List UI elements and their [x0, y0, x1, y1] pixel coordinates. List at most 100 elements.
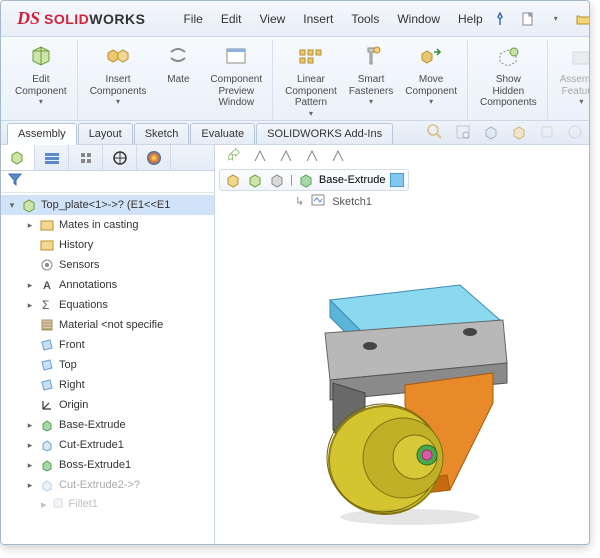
tree-tab-property[interactable] [35, 145, 69, 170]
tree-right-plane[interactable]: Right [1, 375, 214, 395]
scene-icon[interactable] [565, 122, 585, 142]
menu-edit[interactable]: Edit [213, 8, 250, 30]
dropdown-icon[interactable]: ▾ [547, 10, 565, 28]
app-logo: DS SOLIDWORKS [7, 8, 155, 29]
tree-tab-feature[interactable] [1, 145, 35, 170]
sel-filter-4-icon[interactable] [329, 147, 347, 165]
menu-window[interactable]: Window [389, 8, 448, 30]
bc-body-icon [268, 171, 286, 189]
move-component-icon [416, 42, 446, 72]
tab-assembly[interactable]: Assembly [7, 123, 77, 145]
tab-layout[interactable]: Layout [78, 123, 133, 144]
tab-sketch[interactable]: Sketch [134, 123, 190, 144]
tree-mates[interactable]: ▸Mates in casting [1, 215, 214, 235]
part-icon [21, 197, 37, 213]
section-view-icon[interactable] [537, 122, 557, 142]
tree-origin[interactable]: Origin [1, 395, 214, 415]
sketch-icon [310, 193, 326, 210]
part-render [275, 265, 535, 525]
cut-icon [39, 437, 55, 453]
zoom-fit-icon[interactable] [425, 122, 445, 142]
insert-components-button[interactable]: Insert Components▾ [84, 40, 153, 108]
equations-icon: Σ [39, 297, 55, 313]
preview-window-icon [221, 42, 251, 72]
svg-text:Σ: Σ [42, 298, 49, 312]
tree-material[interactable]: Material <not specifie [1, 315, 214, 335]
tree-tab-display[interactable] [137, 145, 171, 170]
arrow-icon[interactable]: ⮳ [225, 147, 243, 165]
tree-root-node[interactable]: ▾Top_plate<1>->? (E1<<E1 [1, 195, 214, 215]
show-hidden-button[interactable]: Show Hidden Components [474, 40, 543, 111]
history-folder-icon [39, 237, 55, 253]
command-tabs: Assembly Layout Sketch Evaluate SOLIDWOR… [1, 121, 589, 145]
tree-top-plane[interactable]: Top [1, 355, 214, 375]
menu-tools[interactable]: Tools [343, 8, 387, 30]
plane-icon [39, 337, 55, 353]
breadcrumb-sketch[interactable]: ↳ Sketch1 [295, 193, 372, 210]
tree-cut-extrude1[interactable]: ▸Cut-Extrude1 [1, 435, 214, 455]
pin-icon[interactable] [491, 10, 509, 28]
tab-evaluate[interactable]: Evaluate [190, 123, 255, 144]
tree-equations[interactable]: ▸ΣEquations [1, 295, 214, 315]
cut-icon [39, 477, 55, 493]
funnel-icon[interactable] [7, 171, 23, 192]
menu-help[interactable]: Help [450, 8, 491, 30]
sel-filter-2-icon[interactable] [277, 147, 295, 165]
linear-pattern-icon [296, 42, 326, 72]
feature-tree-panel: ▾Top_plate<1>->? (E1<<E1 ▸Mates in casti… [1, 145, 215, 544]
zoom-area-icon[interactable] [453, 122, 473, 142]
menu-file[interactable]: File [175, 8, 210, 30]
main-area: ▾Top_plate<1>->? (E1<<E1 ▸Mates in casti… [1, 145, 589, 544]
tree-sensors[interactable]: Sensors [1, 255, 214, 275]
tree-annotations[interactable]: ▸AAnnotations [1, 275, 214, 295]
display-style-icon[interactable] [509, 122, 529, 142]
bc-face-highlight [390, 173, 404, 187]
move-component-button[interactable]: Move Component▾ [399, 40, 463, 108]
preview-window-button[interactable]: Component Preview Window [204, 40, 268, 111]
app-window: DS SOLIDWORKS File Edit View Insert Tool… [0, 0, 590, 545]
bc-component-icon [224, 171, 242, 189]
extrude-icon [39, 457, 55, 473]
bc-feature-icon [297, 171, 315, 189]
tree-base-extrude[interactable]: ▸Base-Extrude [1, 415, 214, 435]
tree-cut-extrude2[interactable]: ▸Cut-Extrude2->? [1, 475, 214, 495]
mates-folder-icon [39, 217, 55, 233]
tree-fillet1-partial[interactable]: ▸Fillet1 [1, 495, 214, 513]
tree-boss-extrude1[interactable]: ▸Boss-Extrude1 [1, 455, 214, 475]
material-icon [39, 317, 55, 333]
view-orientation-icon[interactable] [481, 122, 501, 142]
plane-icon [39, 357, 55, 373]
tree-tab-dimxpert[interactable] [103, 145, 137, 170]
titlebar: DS SOLIDWORKS File Edit View Insert Tool… [1, 1, 589, 37]
sensors-icon [39, 257, 55, 273]
selection-breadcrumb[interactable]: | Base-Extrude [219, 169, 409, 191]
sel-filter-3-icon[interactable] [303, 147, 321, 165]
edit-component-icon [26, 42, 56, 72]
smart-fasteners-icon [356, 42, 386, 72]
menu-view[interactable]: View [252, 8, 294, 30]
mate-icon [163, 42, 193, 72]
new-doc-icon[interactable] [519, 10, 537, 28]
fillet-icon [51, 496, 65, 513]
plane-icon [39, 377, 55, 393]
open-icon[interactable] [575, 10, 590, 28]
mate-button[interactable]: Mate [152, 40, 204, 88]
edit-component-button[interactable]: Edit Component▾ [9, 40, 73, 108]
show-hidden-icon [493, 42, 523, 72]
linear-pattern-button[interactable]: Linear Component Pattern▾ [279, 40, 343, 120]
tree-front-plane[interactable]: Front [1, 335, 214, 355]
smart-fasteners-button[interactable]: Smart Fasteners▾ [343, 40, 399, 108]
tree-filter-row [1, 171, 214, 193]
view-toolbar [425, 122, 589, 144]
tree-history[interactable]: History [1, 235, 214, 255]
menu-insert[interactable]: Insert [295, 8, 341, 30]
graphics-viewport[interactable]: ⮳ | Base-Extrude ↳ Sketch1 [215, 145, 589, 544]
logo-ds-icon: DS [17, 8, 40, 29]
sel-filter-1-icon[interactable] [251, 147, 269, 165]
assembly-features-icon [566, 42, 590, 72]
assembly-features-button[interactable]: Assembly Features▾ [554, 40, 590, 108]
extrude-icon [39, 417, 55, 433]
sub-arrow-icon: ↳ [295, 195, 304, 208]
tree-tab-config[interactable] [69, 145, 103, 170]
tab-addins[interactable]: SOLIDWORKS Add-Ins [256, 123, 393, 144]
